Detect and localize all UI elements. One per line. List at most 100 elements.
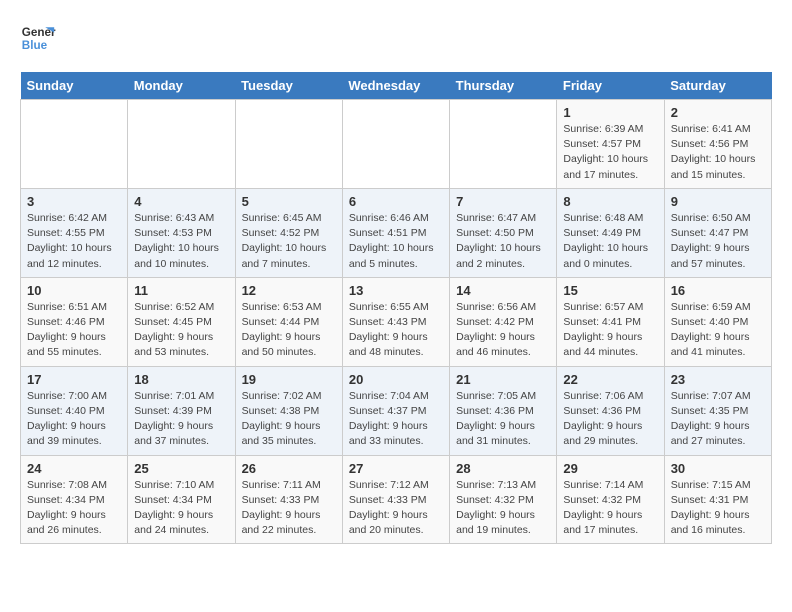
day-number: 8 — [563, 194, 657, 209]
day-number: 18 — [134, 372, 228, 387]
day-info: Sunrise: 6:47 AM Sunset: 4:50 PM Dayligh… — [456, 211, 550, 272]
day-info: Sunrise: 7:12 AM Sunset: 4:33 PM Dayligh… — [349, 478, 443, 539]
day-number: 17 — [27, 372, 121, 387]
day-info: Sunrise: 6:59 AM Sunset: 4:40 PM Dayligh… — [671, 300, 765, 361]
day-number: 16 — [671, 283, 765, 298]
calendar-table: SundayMondayTuesdayWednesdayThursdayFrid… — [20, 72, 772, 544]
day-number: 11 — [134, 283, 228, 298]
calendar-cell: 29 Sunrise: 7:14 AM Sunset: 4:32 PM Dayli… — [557, 455, 664, 544]
day-info: Sunrise: 7:04 AM Sunset: 4:37 PM Dayligh… — [349, 389, 443, 450]
day-info: Sunrise: 6:50 AM Sunset: 4:47 PM Dayligh… — [671, 211, 765, 272]
logo-icon: General Blue — [20, 20, 56, 56]
day-number: 20 — [349, 372, 443, 387]
day-info: Sunrise: 6:57 AM Sunset: 4:41 PM Dayligh… — [563, 300, 657, 361]
header-cell-thursday: Thursday — [450, 72, 557, 100]
calendar-cell: 30 Sunrise: 7:15 AM Sunset: 4:31 PM Dayli… — [664, 455, 771, 544]
calendar-cell: 14 Sunrise: 6:56 AM Sunset: 4:42 PM Dayli… — [450, 277, 557, 366]
calendar-cell: 5 Sunrise: 6:45 AM Sunset: 4:52 PM Daylig… — [235, 188, 342, 277]
day-info: Sunrise: 7:05 AM Sunset: 4:36 PM Dayligh… — [456, 389, 550, 450]
calendar-week-row: 3 Sunrise: 6:42 AM Sunset: 4:55 PM Daylig… — [21, 188, 772, 277]
day-info: Sunrise: 6:56 AM Sunset: 4:42 PM Dayligh… — [456, 300, 550, 361]
day-info: Sunrise: 6:39 AM Sunset: 4:57 PM Dayligh… — [563, 122, 657, 183]
day-info: Sunrise: 6:55 AM Sunset: 4:43 PM Dayligh… — [349, 300, 443, 361]
day-info: Sunrise: 7:01 AM Sunset: 4:39 PM Dayligh… — [134, 389, 228, 450]
day-number: 27 — [349, 461, 443, 476]
day-number: 19 — [242, 372, 336, 387]
day-info: Sunrise: 7:00 AM Sunset: 4:40 PM Dayligh… — [27, 389, 121, 450]
calendar-cell: 9 Sunrise: 6:50 AM Sunset: 4:47 PM Daylig… — [664, 188, 771, 277]
day-info: Sunrise: 6:41 AM Sunset: 4:56 PM Dayligh… — [671, 122, 765, 183]
calendar-cell: 2 Sunrise: 6:41 AM Sunset: 4:56 PM Daylig… — [664, 100, 771, 189]
header-cell-saturday: Saturday — [664, 72, 771, 100]
day-number: 23 — [671, 372, 765, 387]
day-info: Sunrise: 7:02 AM Sunset: 4:38 PM Dayligh… — [242, 389, 336, 450]
calendar-cell: 7 Sunrise: 6:47 AM Sunset: 4:50 PM Daylig… — [450, 188, 557, 277]
calendar-cell: 25Sunrise: 7:10 AM Sunset: 4:34 PM Dayli… — [128, 455, 235, 544]
day-info: Sunrise: 6:53 AM Sunset: 4:44 PM Dayligh… — [242, 300, 336, 361]
calendar-cell: 13 Sunrise: 6:55 AM Sunset: 4:43 PM Dayli… — [342, 277, 449, 366]
day-number: 3 — [27, 194, 121, 209]
day-number: 25 — [134, 461, 228, 476]
day-number: 30 — [671, 461, 765, 476]
calendar-cell: 11Sunrise: 6:52 AM Sunset: 4:45 PM Dayli… — [128, 277, 235, 366]
day-number: 29 — [563, 461, 657, 476]
calendar-cell: 23 Sunrise: 7:07 AM Sunset: 4:35 PM Dayli… — [664, 366, 771, 455]
day-info: Sunrise: 7:15 AM Sunset: 4:31 PM Dayligh… — [671, 478, 765, 539]
calendar-week-row: 10 Sunrise: 6:51 AM Sunset: 4:46 PM Dayli… — [21, 277, 772, 366]
calendar-cell: 24Sunrise: 7:08 AM Sunset: 4:34 PM Dayli… — [21, 455, 128, 544]
header-cell-wednesday: Wednesday — [342, 72, 449, 100]
calendar-cell: 10 Sunrise: 6:51 AM Sunset: 4:46 PM Dayli… — [21, 277, 128, 366]
calendar-week-row: 24Sunrise: 7:08 AM Sunset: 4:34 PM Dayli… — [21, 455, 772, 544]
day-info: Sunrise: 7:14 AM Sunset: 4:32 PM Dayligh… — [563, 478, 657, 539]
day-number: 10 — [27, 283, 121, 298]
day-info: Sunrise: 6:45 AM Sunset: 4:52 PM Dayligh… — [242, 211, 336, 272]
calendar-week-row: 17 Sunrise: 7:00 AM Sunset: 4:40 PM Dayli… — [21, 366, 772, 455]
calendar-cell: 17 Sunrise: 7:00 AM Sunset: 4:40 PM Dayli… — [21, 366, 128, 455]
calendar-cell: 21Sunrise: 7:05 AM Sunset: 4:36 PM Dayli… — [450, 366, 557, 455]
day-number: 24 — [27, 461, 121, 476]
calendar-cell — [342, 100, 449, 189]
day-number: 26 — [242, 461, 336, 476]
header-cell-tuesday: Tuesday — [235, 72, 342, 100]
day-info: Sunrise: 7:13 AM Sunset: 4:32 PM Dayligh… — [456, 478, 550, 539]
header-cell-friday: Friday — [557, 72, 664, 100]
day-info: Sunrise: 6:51 AM Sunset: 4:46 PM Dayligh… — [27, 300, 121, 361]
header: General Blue — [20, 20, 772, 56]
calendar-cell: 4Sunrise: 6:43 AM Sunset: 4:53 PM Daylig… — [128, 188, 235, 277]
day-number: 5 — [242, 194, 336, 209]
day-info: Sunrise: 7:07 AM Sunset: 4:35 PM Dayligh… — [671, 389, 765, 450]
calendar-cell: 12 Sunrise: 6:53 AM Sunset: 4:44 PM Dayli… — [235, 277, 342, 366]
calendar-cell: 6Sunrise: 6:46 AM Sunset: 4:51 PM Daylig… — [342, 188, 449, 277]
calendar-week-row: 1 Sunrise: 6:39 AM Sunset: 4:57 PM Daylig… — [21, 100, 772, 189]
calendar-cell — [128, 100, 235, 189]
day-number: 1 — [563, 105, 657, 120]
day-info: Sunrise: 7:06 AM Sunset: 4:36 PM Dayligh… — [563, 389, 657, 450]
calendar-cell: 27 Sunrise: 7:12 AM Sunset: 4:33 PM Dayli… — [342, 455, 449, 544]
calendar-cell: 26 Sunrise: 7:11 AM Sunset: 4:33 PM Dayli… — [235, 455, 342, 544]
calendar-cell: 22 Sunrise: 7:06 AM Sunset: 4:36 PM Dayli… — [557, 366, 664, 455]
day-number: 28 — [456, 461, 550, 476]
calendar-cell: 20 Sunrise: 7:04 AM Sunset: 4:37 PM Dayli… — [342, 366, 449, 455]
header-cell-sunday: Sunday — [21, 72, 128, 100]
calendar-cell: 1 Sunrise: 6:39 AM Sunset: 4:57 PM Daylig… — [557, 100, 664, 189]
day-number: 14 — [456, 283, 550, 298]
day-number: 2 — [671, 105, 765, 120]
calendar-cell: 19 Sunrise: 7:02 AM Sunset: 4:38 PM Dayli… — [235, 366, 342, 455]
calendar-body: 1 Sunrise: 6:39 AM Sunset: 4:57 PM Daylig… — [21, 100, 772, 544]
day-number: 9 — [671, 194, 765, 209]
day-info: Sunrise: 6:42 AM Sunset: 4:55 PM Dayligh… — [27, 211, 121, 272]
day-number: 7 — [456, 194, 550, 209]
calendar-cell — [235, 100, 342, 189]
calendar-cell: 28 Sunrise: 7:13 AM Sunset: 4:32 PM Dayli… — [450, 455, 557, 544]
day-number: 22 — [563, 372, 657, 387]
day-info: Sunrise: 6:46 AM Sunset: 4:51 PM Dayligh… — [349, 211, 443, 272]
day-number: 12 — [242, 283, 336, 298]
day-info: Sunrise: 7:11 AM Sunset: 4:33 PM Dayligh… — [242, 478, 336, 539]
calendar-cell: 15Sunrise: 6:57 AM Sunset: 4:41 PM Dayli… — [557, 277, 664, 366]
calendar-header-row: SundayMondayTuesdayWednesdayThursdayFrid… — [21, 72, 772, 100]
calendar-cell — [450, 100, 557, 189]
calendar-cell: 3 Sunrise: 6:42 AM Sunset: 4:55 PM Daylig… — [21, 188, 128, 277]
svg-text:Blue: Blue — [22, 39, 48, 52]
day-info: Sunrise: 6:43 AM Sunset: 4:53 PM Dayligh… — [134, 211, 228, 272]
day-number: 13 — [349, 283, 443, 298]
